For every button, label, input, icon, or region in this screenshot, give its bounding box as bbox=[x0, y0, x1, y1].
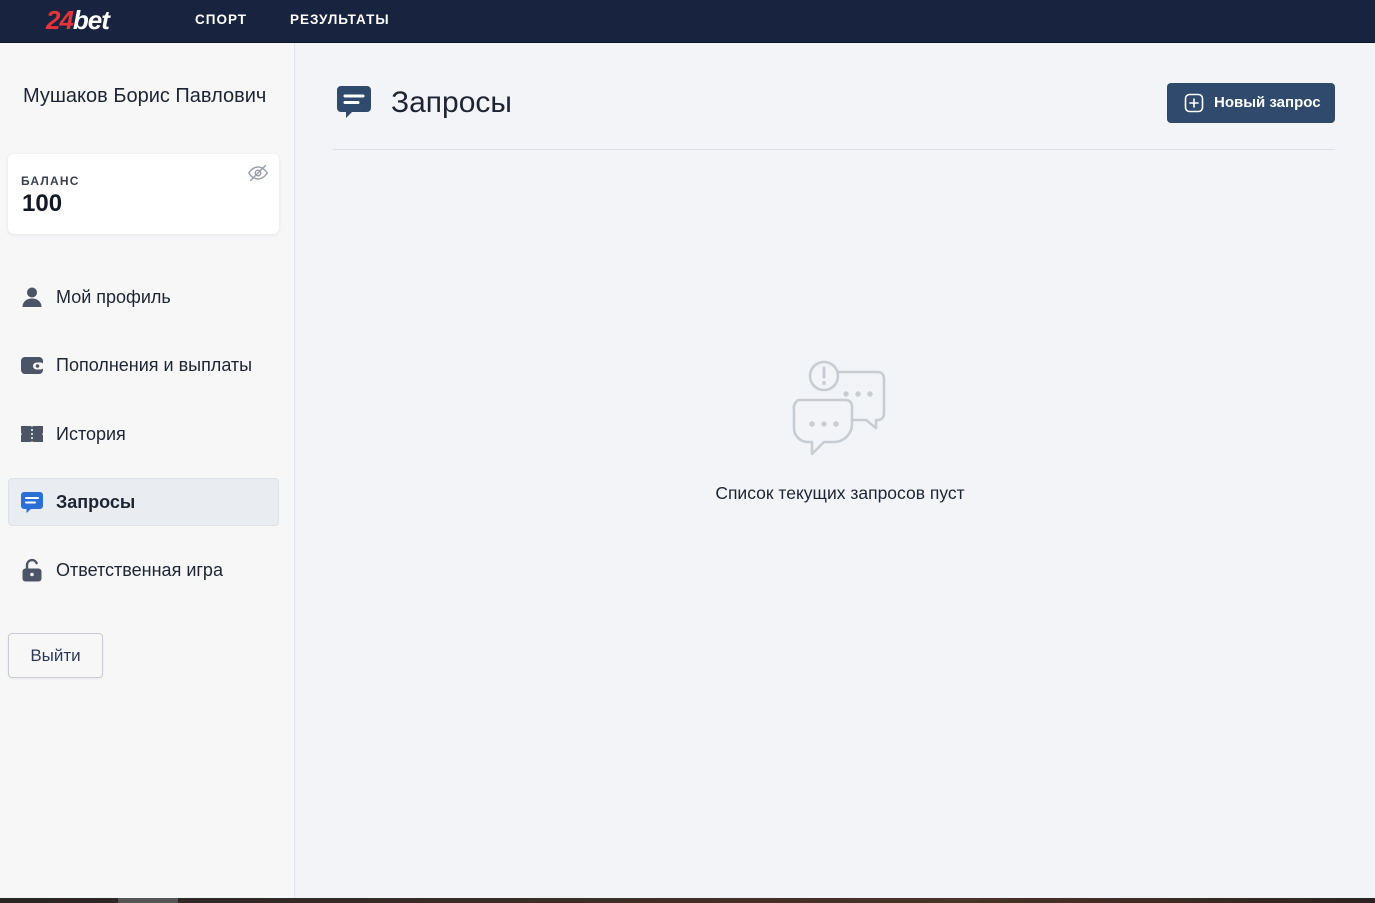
top-navbar: 24bet СПОРТ РЕЗУЛЬТАТЫ bbox=[0, 0, 1375, 43]
logo-number: 24 bbox=[46, 5, 74, 35]
nav-results-link[interactable]: РЕЗУЛЬТАТЫ bbox=[290, 12, 390, 28]
sidebar-item-label: История bbox=[56, 424, 126, 444]
new-request-button[interactable]: Новый запрос bbox=[1167, 83, 1335, 123]
sidebar-item-label: Ответственная игра bbox=[56, 560, 223, 580]
balance-label: БАЛАНС bbox=[21, 174, 80, 188]
sidebar-item-label: Мой профиль bbox=[56, 287, 171, 307]
page-title: Запросы bbox=[391, 86, 512, 119]
balance-card: БАЛАНС 100 bbox=[8, 154, 279, 234]
bottom-scrollbar bbox=[0, 898, 1375, 903]
wallet-icon bbox=[20, 353, 44, 377]
new-request-label: Новый запрос bbox=[1214, 94, 1321, 111]
brand-logo[interactable]: 24bet bbox=[46, 4, 110, 36]
nav-sport-link[interactable]: СПОРТ bbox=[195, 12, 247, 28]
sidebar-item-profile[interactable]: Мой профиль bbox=[8, 273, 279, 321]
sidebar-item-history[interactable]: История bbox=[8, 410, 279, 458]
plus-square-icon bbox=[1184, 93, 1204, 113]
requests-header-icon bbox=[335, 84, 373, 122]
user-full-name: Мушаков Борис Павлович bbox=[23, 85, 267, 107]
ticket-icon bbox=[20, 422, 44, 446]
sidebar-item-responsible-gaming[interactable]: Ответственная игра bbox=[8, 546, 279, 594]
empty-chat-bubbles-icon bbox=[788, 356, 892, 460]
sidebar-item-label: Запросы bbox=[56, 492, 136, 512]
sidebar-item-requests[interactable]: Запросы bbox=[8, 478, 279, 526]
scrollbar-thumb[interactable] bbox=[118, 898, 178, 903]
empty-state-text: Список текущих запросов пуст bbox=[715, 483, 965, 503]
logo-word: bet bbox=[72, 5, 110, 35]
sidebar-item-label: Пополнения и выплаты bbox=[56, 355, 253, 375]
logout-button[interactable]: Выйти bbox=[8, 633, 103, 678]
user-icon bbox=[20, 285, 44, 309]
eye-off-icon[interactable] bbox=[247, 162, 269, 184]
chat-icon bbox=[20, 490, 44, 514]
balance-value: 100 bbox=[22, 190, 63, 217]
sidebar-item-payments[interactable]: Пополнения и выплаты bbox=[8, 341, 279, 389]
header-divider bbox=[333, 149, 1335, 150]
lock-icon bbox=[20, 558, 44, 582]
account-sidebar: Мушаков Борис Павлович БАЛАНС 100 Мой пр… bbox=[0, 43, 295, 898]
